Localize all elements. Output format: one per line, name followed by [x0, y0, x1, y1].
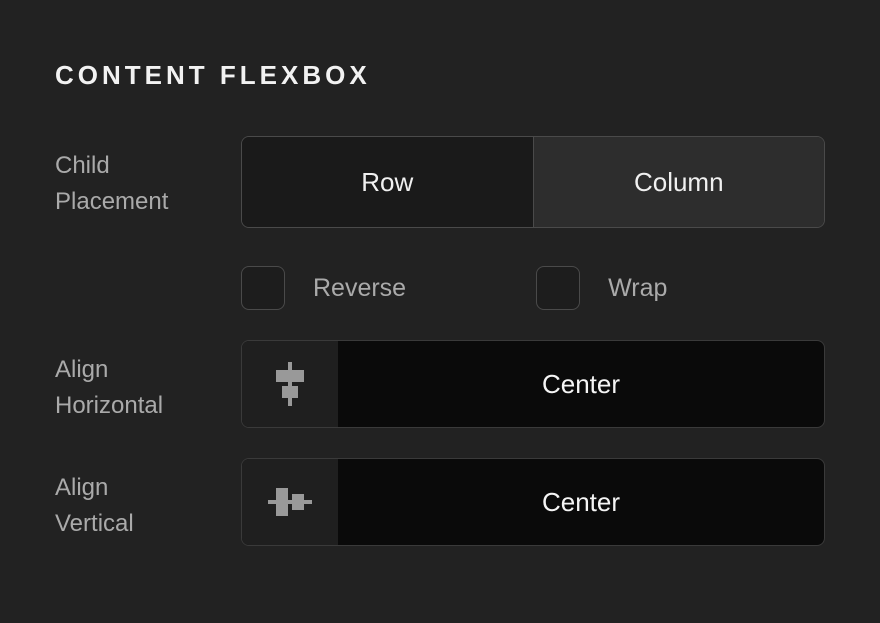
- align-vertical-center-icon: [242, 459, 338, 545]
- align-horizontal-label: Align Horizontal: [55, 352, 241, 424]
- align-vertical-dropdown[interactable]: Center: [241, 458, 825, 546]
- reverse-label: Reverse: [313, 274, 406, 303]
- segment-column[interactable]: Column: [534, 137, 825, 227]
- wrap-label: Wrap: [608, 274, 667, 303]
- section-title: CONTENT FLEXBOX: [55, 60, 825, 91]
- align-vertical-value: Center: [338, 459, 824, 545]
- align-vertical-label: Align Vertical: [55, 470, 241, 542]
- child-placement-label: Child Placement: [55, 148, 241, 220]
- child-placement-segmented: Row Column: [241, 136, 825, 228]
- align-horizontal-center-icon: [242, 341, 338, 427]
- wrap-checkbox[interactable]: [536, 266, 580, 310]
- align-horizontal-value: Center: [338, 341, 824, 427]
- reverse-checkbox[interactable]: [241, 266, 285, 310]
- align-horizontal-dropdown[interactable]: Center: [241, 340, 825, 428]
- segment-row[interactable]: Row: [242, 137, 534, 227]
